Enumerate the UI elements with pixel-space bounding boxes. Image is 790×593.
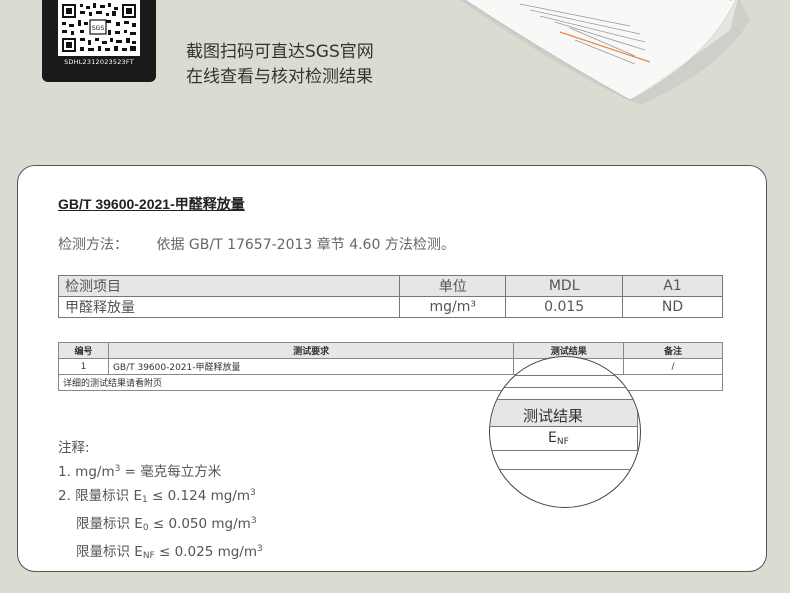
qr-code-image: SGS xyxy=(58,0,140,56)
note-1: 1. mg/m3 = 毫克每立方米 xyxy=(58,464,222,480)
cell-unit: mg/m³ xyxy=(399,296,507,318)
cell-test-item: 甲醛释放量 xyxy=(57,296,401,318)
scan-line-2: 在线查看与核对检测结果 xyxy=(186,67,373,87)
scan-line-1: 截图扫码可直达SGS官网 xyxy=(186,42,374,62)
results-table-header: 检测项目 单位 MDL A1 xyxy=(57,275,723,297)
method-label: 检测方法： xyxy=(58,237,128,253)
report-title: GB/T 39600-2021-甲醛释放量 xyxy=(58,196,245,212)
note-3: 限量标识 E0 ≤ 0.050 mg/m3 xyxy=(76,516,257,533)
header-mdl: MDL xyxy=(505,275,624,297)
note-4: 限量标识 ENF ≤ 0.025 mg/m3 xyxy=(76,544,263,561)
notes-title: 注释: xyxy=(58,440,90,456)
notes-section: 注释: 1. mg/m3 = 毫克每立方米 2. 限量标识 E1 ≤ 0.124… xyxy=(58,438,263,567)
test-report-card: GB/T 39600-2021-甲醛释放量 检测方法： 依据 GB/T 1765… xyxy=(17,165,767,572)
report-paper-corner xyxy=(460,0,750,105)
header-test-item: 检测项目 xyxy=(57,275,401,297)
zoom-result-value: ENF xyxy=(490,427,638,451)
scan-instruction: 截图扫码可直达SGS官网 在线查看与核对检测结果 xyxy=(186,40,374,90)
table-row: 甲醛释放量 mg/m³ 0.015 ND xyxy=(57,296,723,318)
header-number: 编号 xyxy=(58,342,109,359)
header-unit: 单位 xyxy=(399,275,507,297)
results-table: 检测项目 单位 MDL A1 甲醛释放量 mg/m³ 0.015 ND xyxy=(57,275,723,318)
cell-a1: ND xyxy=(622,296,723,318)
magnifier-zoom: 测试结果 ENF xyxy=(489,356,641,508)
note-2: 2. 限量标识 E1 ≤ 0.124 mg/m3 xyxy=(58,488,256,505)
cell-requirement: GB/T 39600-2021-甲醛释放量 xyxy=(107,358,515,375)
cell-number: 1 xyxy=(58,358,109,375)
method-text: 依据 GB/T 17657-2013 章节 4.60 方法检测。 xyxy=(156,237,455,253)
qr-center-label: SGS xyxy=(92,25,104,32)
cell-mdl: 0.015 xyxy=(505,296,624,318)
qr-code-id: SDHL2312023523FT xyxy=(64,58,134,66)
test-method: 检测方法： 依据 GB/T 17657-2013 章节 4.60 方法检测。 xyxy=(58,234,455,254)
qr-code-panel: SGS SDHL2312023523FT xyxy=(42,0,156,82)
header-a1: A1 xyxy=(622,275,723,297)
header-requirement: 测试要求 xyxy=(107,342,515,359)
zoom-result-header: 测试结果 xyxy=(490,399,638,427)
